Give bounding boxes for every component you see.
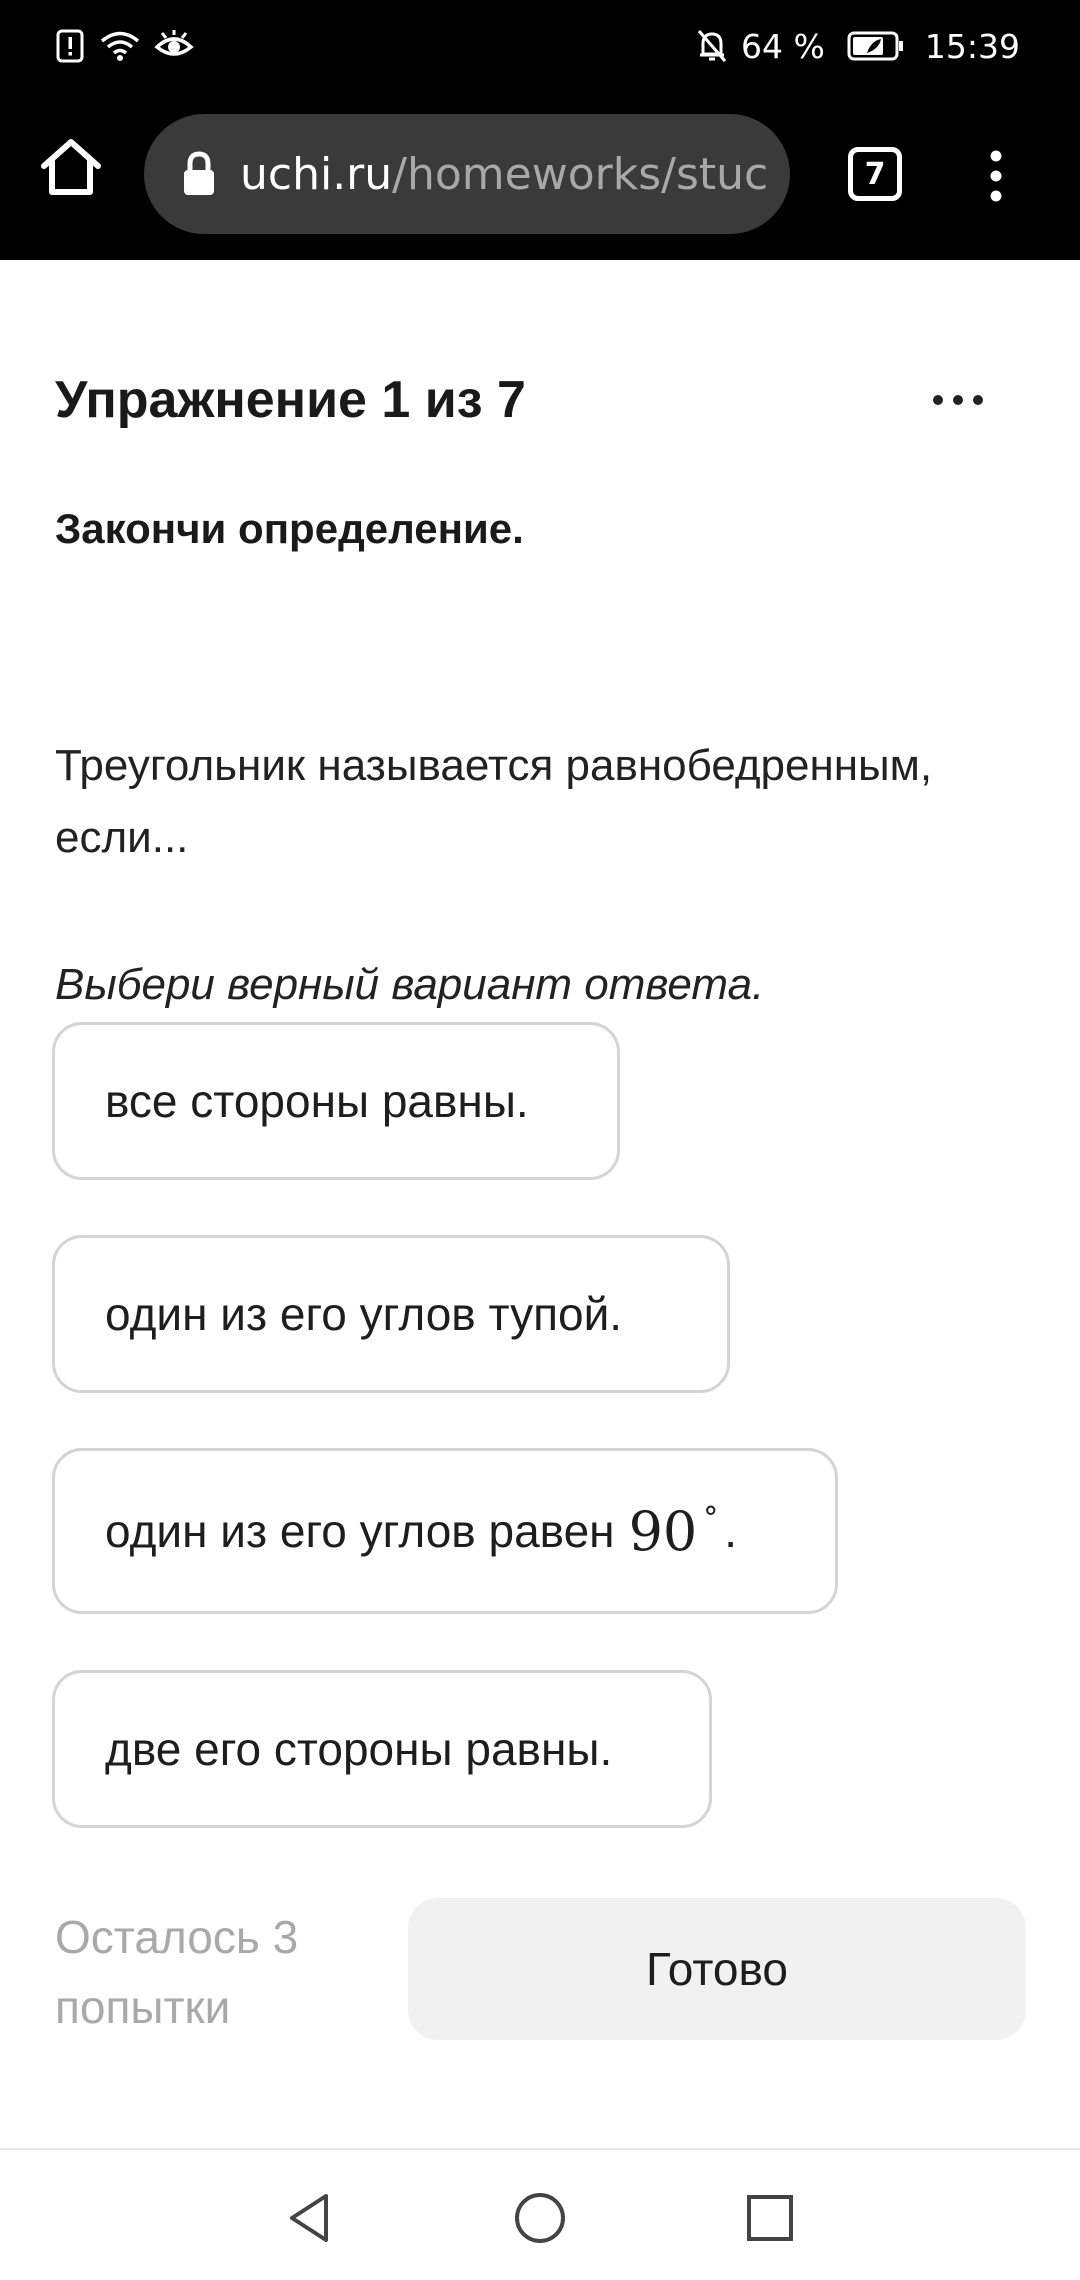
home-circle-icon[interactable] xyxy=(512,2190,568,2246)
back-icon[interactable] xyxy=(282,2190,338,2246)
answer-option-label: один из его углов равен xyxy=(105,1505,615,1557)
answer-option-1[interactable]: все стороны равны. xyxy=(52,1022,620,1180)
alert-icon xyxy=(56,29,84,63)
browser-toolbar: uchi.ru/homeworks/stuc 7 xyxy=(0,92,1080,260)
url-host: uchi.ru xyxy=(240,148,393,200)
clock: 15:39 xyxy=(924,26,1020,66)
done-button-label: Готово xyxy=(645,1943,789,1995)
answer-option-label: две его стороны равны. xyxy=(105,1723,613,1775)
math-value: 90 ° xyxy=(628,1499,719,1563)
answer-option-2[interactable]: один из его углов тупой. xyxy=(52,1235,730,1393)
option-suffix: . xyxy=(724,1505,738,1557)
url-text: uchi.ru/homeworks/stuc xyxy=(240,149,768,200)
answer-hint: Выбери верный вариант ответа. xyxy=(55,960,765,1009)
recents-icon[interactable] xyxy=(742,2190,798,2246)
overflow-menu-icon[interactable] xyxy=(976,146,1016,206)
question-text: Треугольник называется равнобедренным, е… xyxy=(55,741,933,862)
status-left-icons xyxy=(56,24,194,68)
degree-sign: ° xyxy=(703,1500,719,1536)
battery-icon xyxy=(847,31,903,61)
navigation-bar xyxy=(0,2148,1080,2280)
attempts-remaining: Осталось 3 попытки xyxy=(55,1911,299,2033)
exercise-title: Упражнение 1 из 7 xyxy=(55,371,526,429)
tab-count: 7 xyxy=(864,156,886,192)
done-button[interactable]: Готово xyxy=(408,1898,1026,2040)
url-path: /homeworks/stuc xyxy=(392,148,769,200)
status-right: 64 % 15:39 xyxy=(695,24,1020,68)
tabs-button[interactable]: 7 xyxy=(848,147,902,201)
answer-option-3[interactable]: один из его углов равен 90 °. xyxy=(52,1448,838,1614)
wifi-icon xyxy=(100,31,140,61)
more-options-icon[interactable] xyxy=(930,385,986,415)
lock-icon xyxy=(184,151,214,195)
address-bar[interactable]: uchi.ru/homeworks/stuc xyxy=(144,114,790,234)
answer-option-4[interactable]: две его стороны равны. xyxy=(52,1670,712,1828)
status-bar: 64 % 15:39 xyxy=(0,0,1080,92)
home-icon[interactable] xyxy=(38,134,104,200)
answer-option-label: один из его углов тупой. xyxy=(105,1288,623,1340)
task-heading: Закончи определение. xyxy=(55,505,524,552)
mute-icon xyxy=(697,30,727,62)
answer-option-label: все стороны равны. xyxy=(105,1075,529,1127)
battery-percent: 64 % xyxy=(741,26,825,66)
eye-icon xyxy=(154,30,194,56)
